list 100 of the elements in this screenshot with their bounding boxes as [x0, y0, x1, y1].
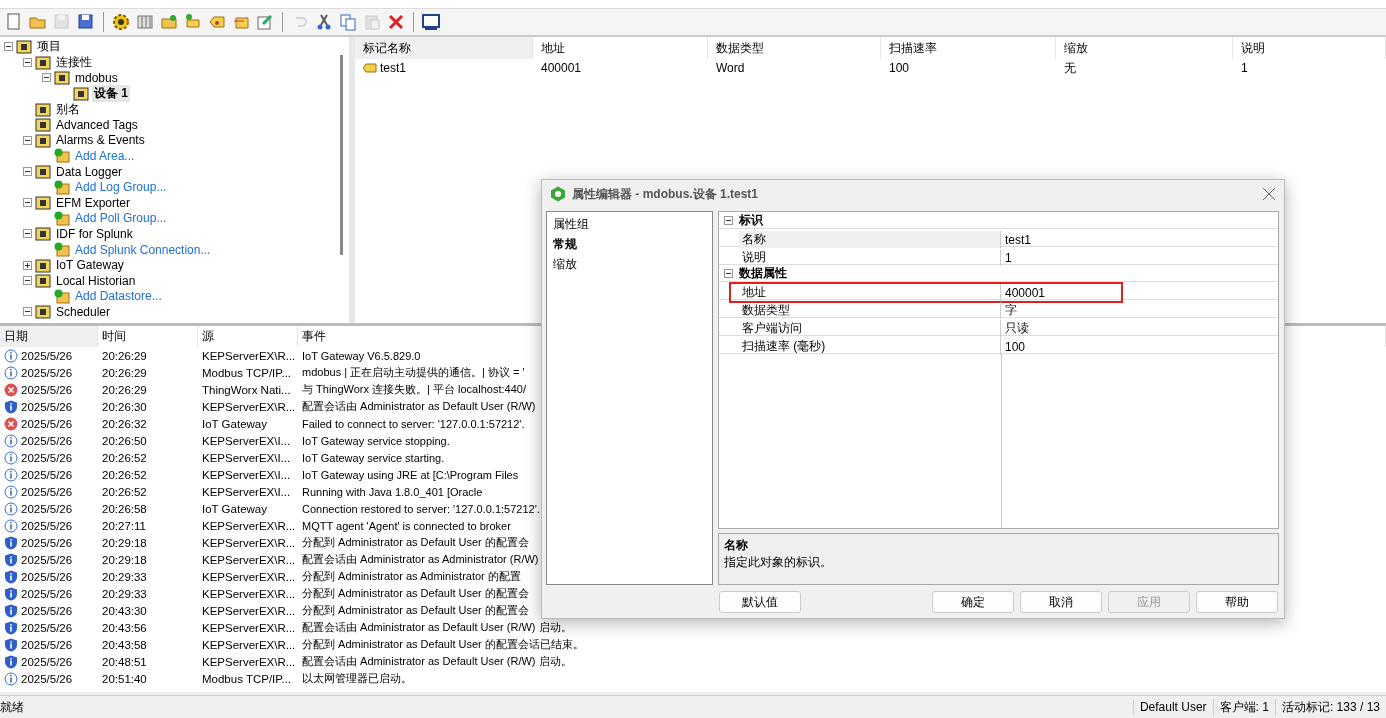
- info-icon: [4, 365, 18, 380]
- table-cell-text: Running with Java 1.8.0_401 [Oracle: [301, 484, 484, 500]
- shield-icon: [4, 620, 18, 635]
- tree-item[interactable]: Advanced Tags: [54, 117, 140, 132]
- node-icon: [35, 132, 51, 148]
- dialog-button[interactable]: 帮助: [1196, 591, 1278, 613]
- add-icon: [54, 148, 70, 164]
- node-icon: [35, 101, 51, 117]
- table-cell-text: 配置会话由 Administrator as Default User (R/W) 启动。: [301, 654, 573, 669]
- table-cell-text: 配置会话由 Administrator as Administrator (R/W): [301, 552, 540, 567]
- tree-item[interactable]: Add Poll Group...: [73, 211, 169, 226]
- property-value[interactable]: 只读: [1001, 320, 1121, 337]
- table-cell-text: 20:43:56: [101, 620, 148, 636]
- tree-item[interactable]: EFM Exporter: [54, 195, 132, 210]
- copy-icon[interactable]: [338, 12, 358, 32]
- tree-item[interactable]: Data Logger: [54, 164, 125, 179]
- property-name[interactable]: 名称: [739, 231, 1001, 248]
- table-cell-text: KEPServerEX\R...: [201, 637, 297, 653]
- tree-item[interactable]: 设备 1: [92, 85, 130, 103]
- table-cell-text: mdobus | 正在启动主动提供的通信。| 协议 = ': [301, 365, 526, 380]
- property-value[interactable]: 100: [1001, 338, 1121, 355]
- tree-item[interactable]: Add Log Group...: [73, 180, 169, 195]
- table-cell: 2025/5/26: [0, 534, 98, 551]
- table-cell-text: Modbus TCP/IP...: [201, 365, 293, 381]
- dialog-button[interactable]: 确定: [932, 591, 1014, 613]
- tree-item[interactable]: Add Area...: [73, 148, 137, 163]
- column-header[interactable]: 时间: [98, 326, 198, 347]
- table-cell-text: 20:26:52: [101, 467, 148, 483]
- group-item[interactable]: 常规: [553, 236, 706, 253]
- expander-icon[interactable]: [23, 260, 32, 270]
- property-value[interactable]: test1: [1001, 231, 1121, 248]
- tree-item[interactable]: IDF for Splunk: [54, 226, 135, 241]
- table-cell-text: KEPServerEX\R...: [201, 569, 297, 585]
- dialog-button[interactable]: 取消: [1020, 591, 1102, 613]
- table-cell-text: 20:27:11: [101, 518, 147, 534]
- column-header[interactable]: 日期: [0, 326, 98, 347]
- delete-icon[interactable]: [386, 12, 406, 32]
- table-cell: 2025/5/26: [0, 551, 98, 568]
- expander-icon[interactable]: [4, 42, 13, 52]
- table-cell-text: 20:26:29: [101, 382, 148, 398]
- table-cell: 2025/5/26: [0, 636, 98, 653]
- shield-icon: [4, 637, 18, 652]
- expander-icon[interactable]: [23, 135, 32, 145]
- group-item[interactable]: 缩放: [553, 256, 706, 273]
- tree-item[interactable]: Local Historian: [54, 273, 138, 288]
- node-icon: [16, 39, 32, 55]
- tree-item[interactable]: Scheduler: [54, 304, 113, 319]
- close-icon[interactable]: [1262, 187, 1276, 201]
- info-icon: [4, 518, 18, 533]
- shield-icon: [4, 654, 18, 669]
- table-cell-text: 20:29:18: [101, 535, 148, 551]
- table-cell-text: IoT Gateway using JRE at [C:\Program Files: [301, 467, 520, 483]
- column-header[interactable]: 标记名称: [355, 37, 533, 59]
- expander-icon[interactable]: [724, 268, 733, 278]
- table-cell-text: 20:29:33: [101, 569, 148, 585]
- expander-icon[interactable]: [23, 198, 32, 208]
- expander-icon[interactable]: [23, 276, 32, 286]
- property-value[interactable]: 1: [1001, 249, 1121, 266]
- info-icon: [4, 467, 18, 482]
- table-cell-text: Modbus TCP/IP...: [201, 671, 293, 687]
- expander-icon[interactable]: [724, 215, 733, 225]
- shield-icon: [4, 603, 18, 618]
- save-as-icon[interactable]: [76, 12, 96, 32]
- tree-item[interactable]: Add Splunk Connection...: [73, 242, 213, 257]
- expander-icon[interactable]: [42, 73, 51, 83]
- table-cell-text: 20:26:29: [101, 348, 148, 364]
- expander-icon[interactable]: [23, 229, 32, 239]
- property-name[interactable]: 说明: [739, 249, 1001, 266]
- expander-icon[interactable]: [23, 57, 32, 67]
- table-cell-text: KEPServerEX\I...: [201, 433, 292, 449]
- tree-item[interactable]: 别名: [54, 100, 82, 118]
- gear-icon[interactable]: [111, 12, 131, 32]
- folder-add-icon[interactable]: [159, 12, 179, 32]
- expander-icon[interactable]: [23, 167, 32, 177]
- table-cell-text: 20:48:51: [101, 654, 148, 670]
- tree-item[interactable]: IoT Gateway: [54, 258, 126, 273]
- property-name[interactable]: 数据类型: [739, 302, 1001, 319]
- tree-item[interactable]: Add Datastore...: [73, 289, 164, 304]
- property-name[interactable]: 扫描速率 (毫秒): [739, 338, 1001, 355]
- property-name[interactable]: 客户端访问: [739, 320, 1001, 337]
- tree-item[interactable]: 连接性: [54, 53, 94, 71]
- table-cell-text: 分配到 Administrator as Default User 的配置会: [301, 535, 530, 550]
- add-icon: [54, 288, 70, 304]
- tag-icon: [363, 63, 377, 73]
- expander-icon[interactable]: [23, 307, 32, 317]
- tree-item[interactable]: Alarms & Events: [54, 133, 147, 148]
- tree-item[interactable]: mdobus: [73, 71, 120, 85]
- property-value[interactable]: 400001: [1001, 284, 1121, 301]
- property-name[interactable]: 地址: [739, 284, 1001, 301]
- column-header[interactable]: 源: [198, 326, 298, 347]
- monitor-icon[interactable]: [421, 12, 441, 32]
- table-cell: 2025/5/26: [0, 381, 98, 398]
- edit-icon[interactable]: [255, 12, 275, 32]
- add-icon: [54, 242, 70, 257]
- table-cell-text: IoT Gateway: [201, 501, 268, 517]
- table-cell-text: ThingWorx Nati...: [201, 382, 292, 398]
- property-value[interactable]: 字: [1001, 302, 1121, 319]
- help-text: 指定此对象的标识。: [724, 554, 833, 571]
- tree-item[interactable]: 项目: [35, 38, 63, 56]
- dialog-button[interactable]: 默认值: [719, 591, 801, 613]
